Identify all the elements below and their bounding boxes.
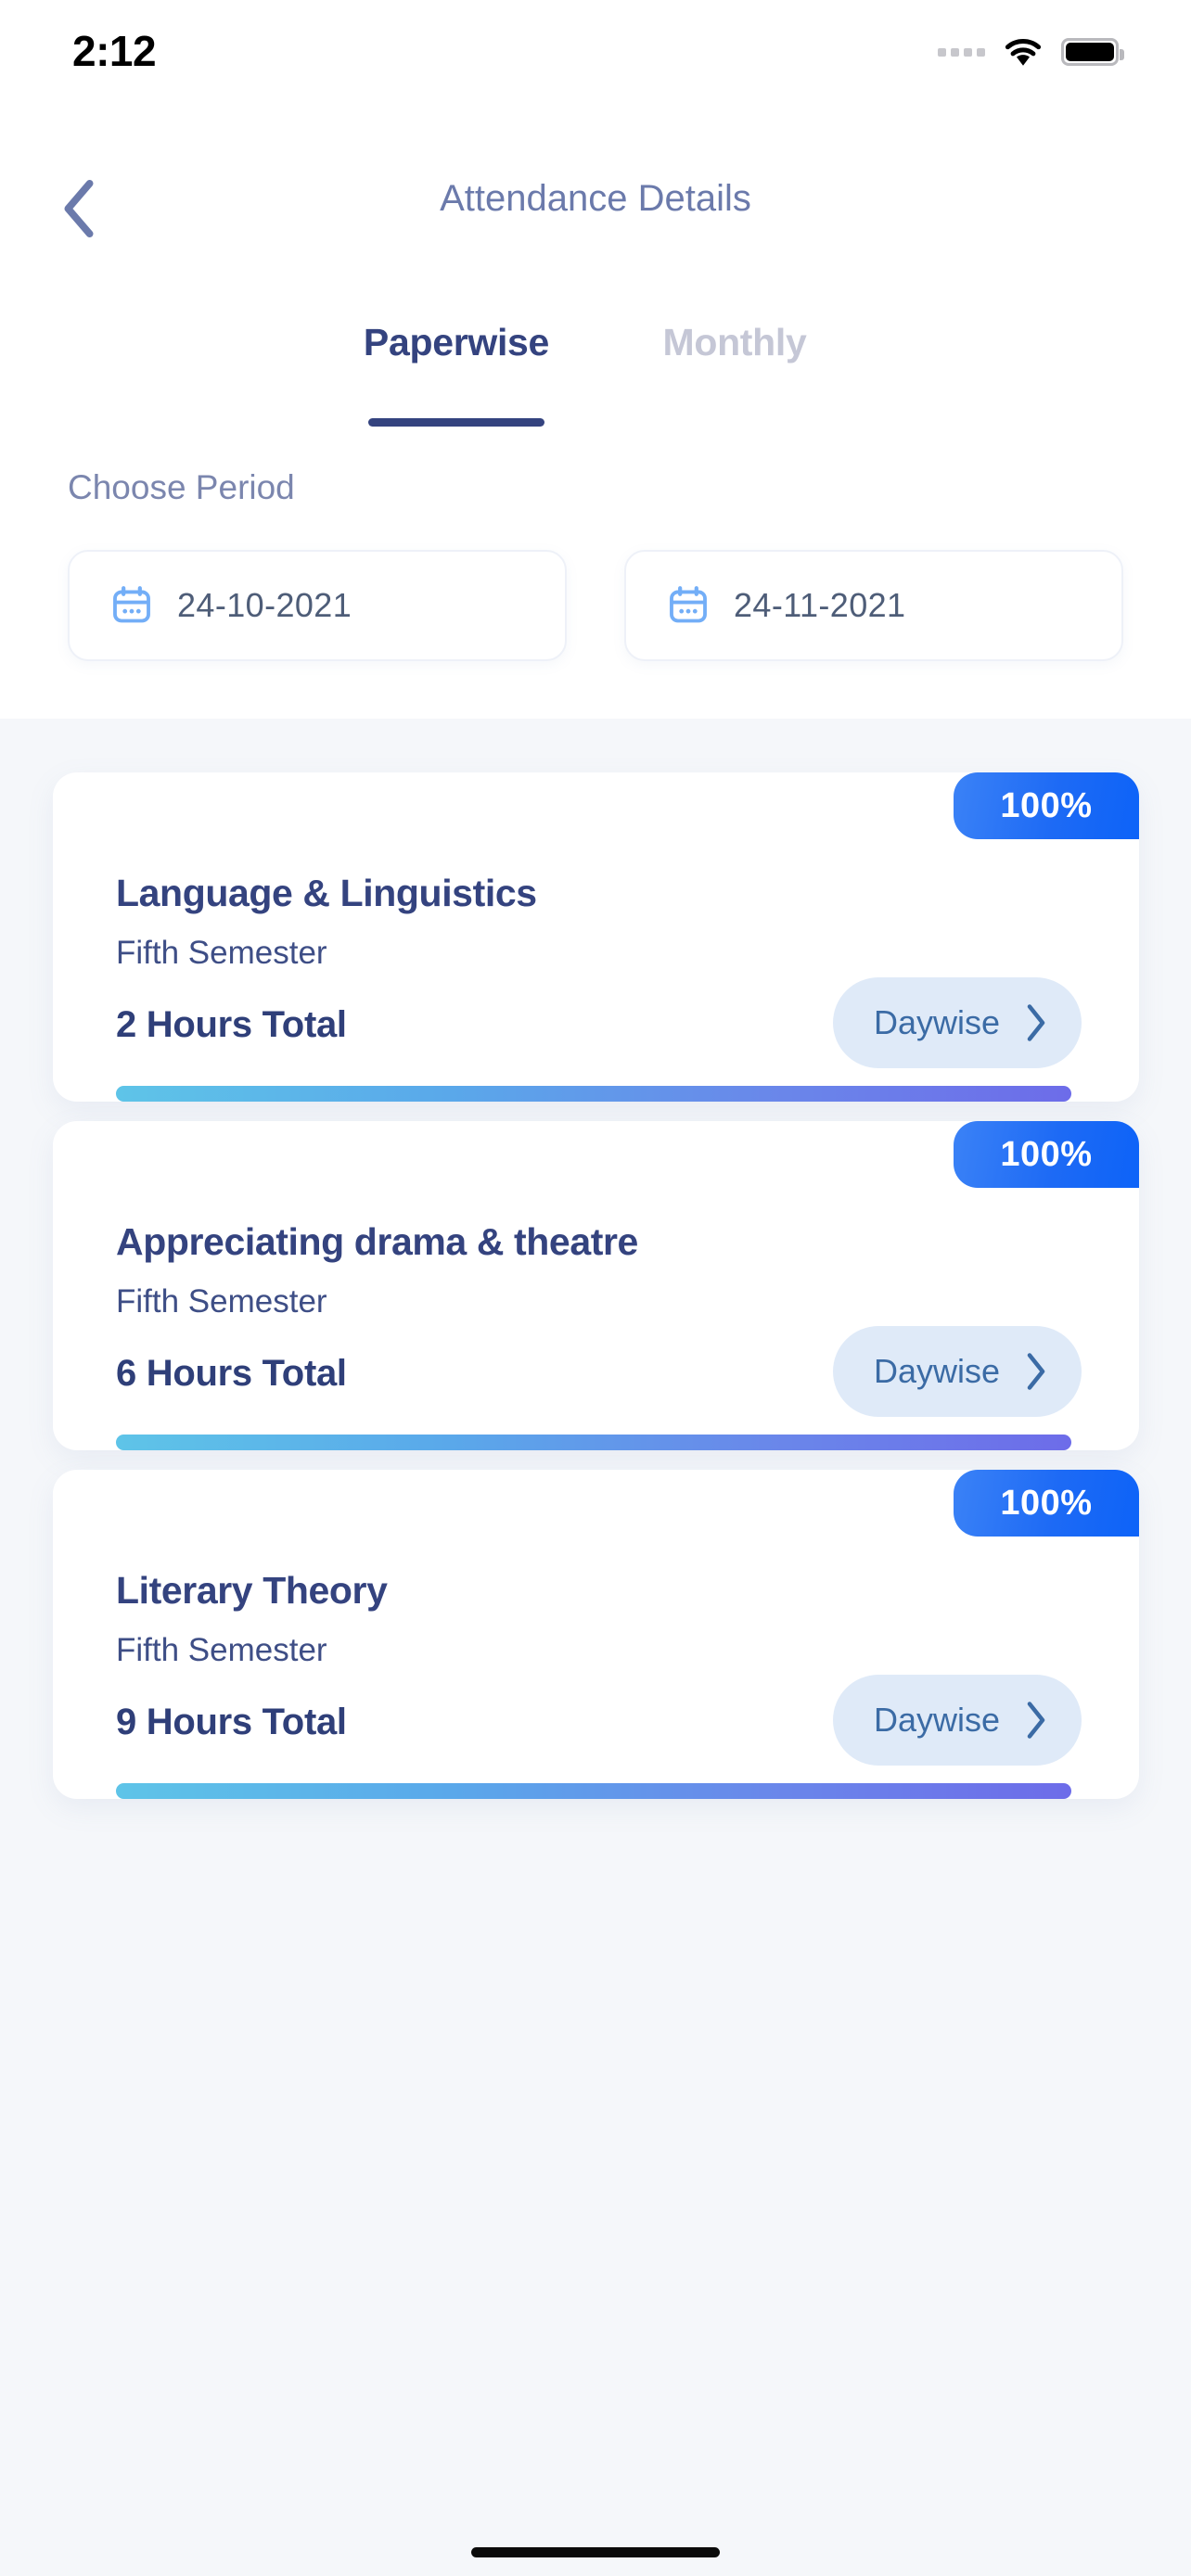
attendance-card[interactable]: 100% Literary Theory Fifth Semester 9 Ho… bbox=[53, 1470, 1139, 1799]
date-to-picker[interactable]: 24-11-2021 bbox=[624, 550, 1123, 661]
paper-hours-total: 2 Hours Total bbox=[116, 1004, 347, 1045]
signal-dots-icon bbox=[938, 47, 985, 57]
page-title: Attendance Details bbox=[440, 178, 751, 219]
date-range-row: 24-10-2021 24-11-2021 bbox=[68, 550, 1123, 661]
choose-period-label: Choose Period bbox=[68, 468, 295, 506]
status-bar-time: 2:12 bbox=[72, 27, 157, 75]
tab-active-indicator bbox=[368, 418, 544, 427]
attendance-card[interactable]: 100% Appreciating drama & theatre Fifth … bbox=[53, 1121, 1139, 1450]
date-from-value: 24-10-2021 bbox=[177, 586, 352, 624]
attendance-percent-value: 100% bbox=[1000, 1134, 1093, 1174]
tab-paperwise-label: Paperwise bbox=[363, 321, 550, 363]
paper-title: Appreciating drama & theatre bbox=[116, 1220, 638, 1263]
chevron-right-icon bbox=[1027, 1004, 1045, 1041]
paper-title: Literary Theory bbox=[116, 1569, 388, 1612]
attendance-percent-badge: 100% bbox=[954, 772, 1139, 839]
attendance-card-list[interactable]: 100% Language & Linguistics Fifth Semest… bbox=[0, 719, 1191, 2576]
calendar-icon bbox=[670, 586, 707, 623]
tab-paperwise[interactable]: Paperwise bbox=[317, 315, 596, 427]
attendance-percent-value: 100% bbox=[1000, 1483, 1093, 1523]
attendance-progress-track bbox=[116, 1435, 1071, 1450]
daywise-button-label: Daywise bbox=[873, 1003, 1000, 1041]
daywise-button-label: Daywise bbox=[873, 1352, 1000, 1390]
daywise-button[interactable]: Daywise bbox=[832, 1675, 1082, 1766]
attendance-percent-badge: 100% bbox=[954, 1470, 1139, 1537]
attendance-progress-fill bbox=[116, 1783, 1071, 1799]
paper-title: Language & Linguistics bbox=[116, 872, 537, 914]
attendance-percent-value: 100% bbox=[1000, 785, 1093, 825]
tab-monthly-label: Monthly bbox=[662, 321, 807, 363]
paper-hours-total: 9 Hours Total bbox=[116, 1702, 347, 1742]
paper-semester: Fifth Semester bbox=[116, 1632, 327, 1668]
wifi-icon bbox=[1005, 39, 1042, 66]
attendance-progress-fill bbox=[116, 1435, 1071, 1450]
navigation-bar: Attendance Details bbox=[0, 167, 1191, 260]
status-bar-indicators bbox=[938, 36, 1124, 68]
attendance-progress-fill bbox=[116, 1086, 1071, 1102]
status-bar: 2:12 bbox=[0, 0, 1191, 93]
chevron-right-icon bbox=[1027, 1353, 1045, 1390]
home-indicator bbox=[471, 2547, 720, 2557]
daywise-button[interactable]: Daywise bbox=[832, 1326, 1082, 1417]
date-from-picker[interactable]: 24-10-2021 bbox=[68, 550, 567, 661]
tab-monthly[interactable]: Monthly bbox=[596, 315, 874, 417]
tab-bar: Paperwise Monthly bbox=[0, 315, 1191, 427]
attendance-progress-track bbox=[116, 1086, 1071, 1102]
chevron-right-icon bbox=[1027, 1702, 1045, 1739]
calendar-icon bbox=[113, 586, 150, 623]
date-to-value: 24-11-2021 bbox=[734, 586, 906, 624]
paper-hours-total: 6 Hours Total bbox=[116, 1353, 347, 1394]
paper-semester: Fifth Semester bbox=[116, 1283, 327, 1320]
attendance-card[interactable]: 100% Language & Linguistics Fifth Semest… bbox=[53, 772, 1139, 1102]
daywise-button-label: Daywise bbox=[873, 1701, 1000, 1739]
daywise-button[interactable]: Daywise bbox=[832, 977, 1082, 1068]
battery-full-icon bbox=[1061, 38, 1124, 66]
paper-semester: Fifth Semester bbox=[116, 935, 327, 971]
attendance-progress-track bbox=[116, 1783, 1071, 1799]
attendance-percent-badge: 100% bbox=[954, 1121, 1139, 1188]
